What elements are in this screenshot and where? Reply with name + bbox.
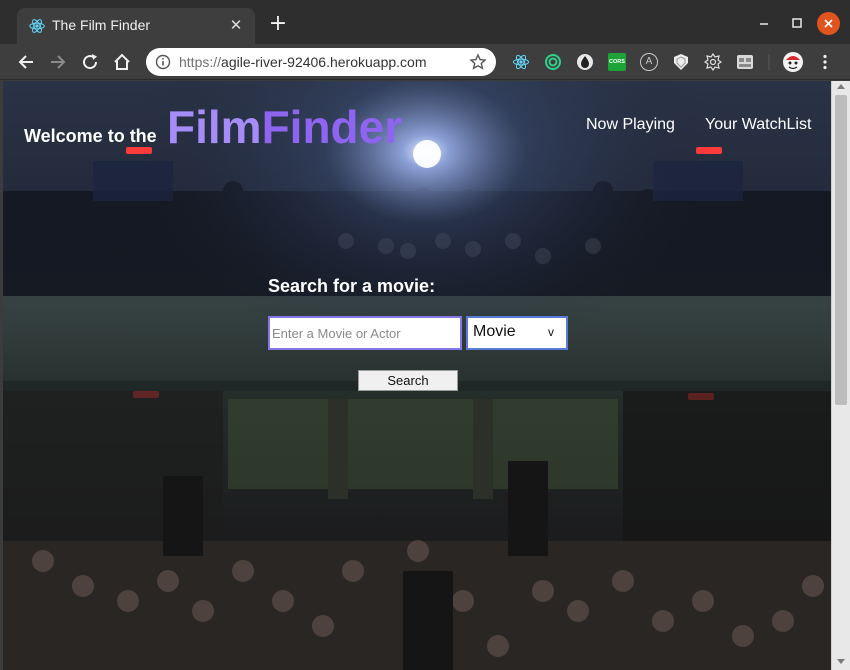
scroll-down-arrow-icon[interactable] (837, 659, 845, 664)
scroll-thumb[interactable] (835, 95, 847, 405)
info-icon[interactable] (155, 54, 171, 70)
search-type-select[interactable]: Movie v (466, 316, 568, 350)
url-text: https://agile-river-92406.herokuapp.com (179, 54, 426, 70)
kebab-menu-icon[interactable] (816, 53, 834, 71)
logo-part-film: Film (167, 101, 262, 153)
browser-toolbar: https://agile-river-92406.herokuapp.com … (0, 44, 850, 80)
search-heading: Search for a movie: (268, 276, 436, 296)
dark-drop-icon[interactable] (576, 53, 594, 71)
gear-icon[interactable] (704, 53, 722, 71)
search-input[interactable] (268, 316, 462, 350)
nav-now-playing-link[interactable]: Now Playing (586, 116, 675, 134)
tab-film-finder[interactable]: The Film Finder ✕ (17, 8, 255, 44)
avatar-extension-icon[interactable] (782, 51, 804, 73)
bookmark-star-icon[interactable] (469, 53, 487, 71)
window-close-button[interactable] (817, 12, 840, 35)
new-tab-icon[interactable]: + (268, 13, 288, 35)
tab-title: The Film Finder (52, 17, 151, 33)
tab-close-icon[interactable]: ✕ (227, 16, 245, 34)
page-scrollbar[interactable] (831, 81, 850, 670)
film-finder-logo[interactable]: FilmFinder (167, 100, 402, 154)
cors-icon[interactable]: CORS (608, 53, 626, 71)
page-viewport: Welcome to the FilmFinder Now Playing Yo… (3, 81, 831, 670)
maximize-icon[interactable] (788, 14, 806, 32)
home-icon[interactable] (112, 52, 132, 72)
logo-part-finder: Finder (261, 101, 403, 153)
circle-extension-icon[interactable] (544, 53, 562, 71)
address-bar[interactable]: https://agile-river-92406.herokuapp.com (146, 48, 496, 76)
react-devtools-icon[interactable] (512, 53, 530, 71)
url-host: agile-river-92406.herokuapp.com (221, 54, 427, 70)
react-favicon-icon (29, 19, 45, 33)
reload-icon[interactable] (80, 52, 100, 72)
shield-icon[interactable] (672, 53, 690, 71)
tab-strip: The Film Finder ✕ + (0, 0, 850, 44)
a-circle-icon[interactable]: A (640, 53, 658, 71)
nav-watchlist-link[interactable]: Your WatchList (705, 116, 811, 134)
welcome-text: Welcome to the (24, 126, 157, 146)
browser-window: The Film Finder ✕ + https://agile-river-… (0, 0, 850, 670)
close-icon (824, 19, 833, 28)
select-value: Movie (473, 323, 516, 340)
grid-icon[interactable] (736, 53, 754, 71)
chevron-down-icon: v (548, 325, 554, 339)
forward-arrow-icon[interactable] (48, 52, 68, 72)
minimize-icon[interactable] (755, 14, 773, 32)
back-arrow-icon[interactable] (16, 52, 36, 72)
scroll-up-arrow-icon[interactable] (837, 84, 845, 89)
toolbar-divider (768, 54, 770, 70)
url-scheme: https:// (179, 54, 222, 70)
search-button[interactable]: Search (358, 370, 458, 391)
